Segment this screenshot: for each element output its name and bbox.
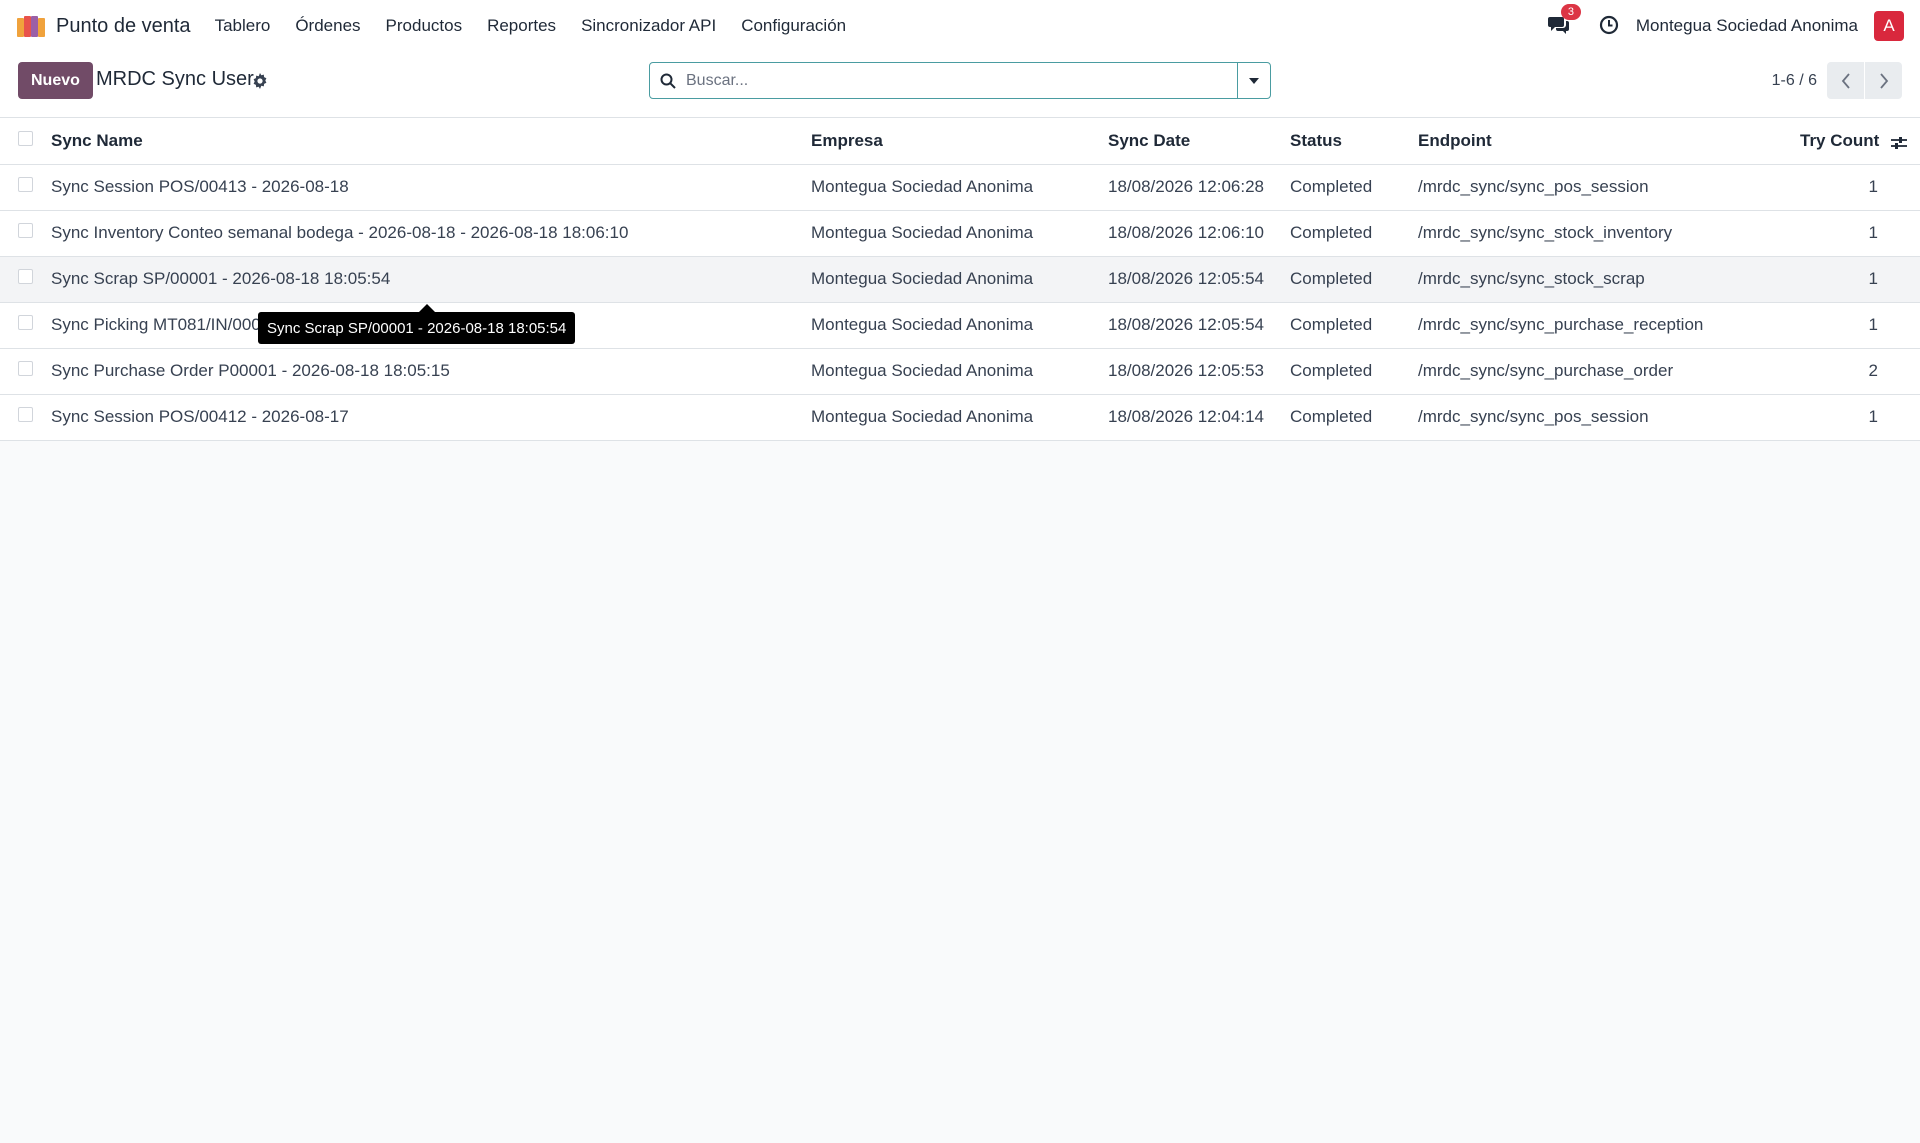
pager-previous-button[interactable]	[1827, 62, 1864, 99]
pager-value[interactable]: 1-6 / 6	[1772, 72, 1817, 90]
column-header-sync-name[interactable]: Sync Name	[51, 118, 811, 165]
pager: 1-6 / 6	[1772, 62, 1902, 99]
cell-sync-date[interactable]: 18/08/2026 12:06:28	[1108, 164, 1290, 210]
chevron-left-icon	[1841, 72, 1850, 89]
column-header-empresa[interactable]: Empresa	[811, 118, 1108, 165]
row-select-cell	[0, 302, 51, 348]
cell-sync-date[interactable]: 18/08/2026 12:05:54	[1108, 302, 1290, 348]
cell-empresa[interactable]: Montegua Sociedad Anonima	[811, 256, 1108, 302]
table-row[interactable]: Sync Inventory Conteo semanal bodega - 2…	[0, 210, 1920, 256]
menu-productos[interactable]: Productos	[386, 16, 463, 36]
cell-status[interactable]: Completed	[1290, 348, 1418, 394]
cell-try-count[interactable]: 1	[1800, 164, 1920, 210]
cell-empresa[interactable]: Montegua Sociedad Anonima	[811, 302, 1108, 348]
optional-columns-toggle-icon[interactable]	[1890, 135, 1908, 151]
messaging-menu[interactable]: 3	[1547, 4, 1581, 38]
row-checkbox[interactable]	[18, 269, 33, 284]
cell-sync-name[interactable]: Sync Session POS/00412 - 2026-08-17	[51, 394, 811, 440]
cell-endpoint[interactable]: /mrdc_sync/sync_pos_session	[1418, 394, 1800, 440]
cell-sync-date[interactable]: 18/08/2026 12:04:14	[1108, 394, 1290, 440]
cell-status[interactable]: Completed	[1290, 394, 1418, 440]
cell-try-count[interactable]: 1	[1800, 302, 1920, 348]
cell-endpoint[interactable]: /mrdc_sync/sync_pos_session	[1418, 164, 1800, 210]
menu-sincronizador-api[interactable]: Sincronizador API	[581, 16, 716, 36]
clock-icon	[1599, 15, 1618, 35]
table-header-row: Sync Name Empresa Sync Date Status Endpo…	[0, 118, 1920, 165]
cell-endpoint[interactable]: /mrdc_sync/sync_stock_scrap	[1418, 256, 1800, 302]
systray: 3 Montegua Sociedad Anonima A	[1547, 0, 1904, 52]
cell-empresa[interactable]: Montegua Sociedad Anonima	[811, 210, 1108, 256]
cell-status[interactable]: Completed	[1290, 256, 1418, 302]
messages-count-badge: 3	[1560, 4, 1581, 20]
cell-sync-name[interactable]: Sync Scrap SP/00001 - 2026-08-18 18:05:5…	[51, 256, 811, 302]
cell-sync-name[interactable]: Sync Session POS/00413 - 2026-08-18	[51, 164, 811, 210]
cell-sync-name[interactable]: Sync Purchase Order P00001 - 2026-08-18 …	[51, 348, 811, 394]
user-avatar[interactable]: A	[1874, 11, 1904, 41]
menu-reportes[interactable]: Reportes	[487, 16, 556, 36]
pos-app-icon[interactable]	[16, 15, 46, 37]
search-input[interactable]	[686, 64, 1237, 97]
cell-status[interactable]: Completed	[1290, 210, 1418, 256]
top-navbar: Punto de venta Tablero Órdenes Productos…	[0, 0, 1920, 52]
row-checkbox[interactable]	[18, 177, 33, 192]
search-bar	[649, 62, 1271, 99]
cell-endpoint[interactable]: /mrdc_sync/sync_stock_inventory	[1418, 210, 1800, 256]
page-title: MRDC Sync User	[96, 68, 254, 90]
caret-down-icon	[1249, 77, 1259, 84]
row-select-cell	[0, 210, 51, 256]
activity-menu[interactable]	[1599, 15, 1621, 37]
row-checkbox[interactable]	[18, 407, 33, 422]
menu-configuracion[interactable]: Configuración	[741, 16, 846, 36]
new-button[interactable]: Nuevo	[18, 62, 93, 99]
chevron-right-icon	[1879, 72, 1888, 89]
cell-empresa[interactable]: Montegua Sociedad Anonima	[811, 394, 1108, 440]
cell-empresa[interactable]: Montegua Sociedad Anonima	[811, 164, 1108, 210]
table-row[interactable]: Sync Scrap SP/00001 - 2026-08-18 18:05:5…	[0, 256, 1920, 302]
cell-status[interactable]: Completed	[1290, 164, 1418, 210]
cell-try-count[interactable]: 1	[1800, 210, 1920, 256]
table-row[interactable]: Sync Session POS/00412 - 2026-08-17 Mont…	[0, 394, 1920, 440]
app-name[interactable]: Punto de venta	[56, 15, 191, 38]
row-checkbox[interactable]	[18, 315, 33, 330]
row-select-cell	[0, 256, 51, 302]
table-row[interactable]: Sync Session POS/00413 - 2026-08-18 Mont…	[0, 164, 1920, 210]
row-select-cell	[0, 348, 51, 394]
gear-icon[interactable]	[252, 73, 268, 89]
cell-sync-date[interactable]: 18/08/2026 12:05:53	[1108, 348, 1290, 394]
sync-list-table: Sync Name Empresa Sync Date Status Endpo…	[0, 118, 1920, 441]
cell-try-count[interactable]: 1	[1800, 256, 1920, 302]
cell-sync-name[interactable]: Sync Inventory Conteo semanal bodega - 2…	[51, 210, 811, 256]
pager-next-button[interactable]	[1865, 62, 1902, 99]
cell-try-count[interactable]: 2	[1800, 348, 1920, 394]
table-row[interactable]: Sync Purchase Order P00001 - 2026-08-18 …	[0, 348, 1920, 394]
cell-sync-date[interactable]: 18/08/2026 12:06:10	[1108, 210, 1290, 256]
row-select-cell	[0, 394, 51, 440]
control-panel: Nuevo MRDC Sync User 1-6 / 6	[0, 52, 1920, 118]
cell-try-count[interactable]: 1	[1800, 394, 1920, 440]
tooltip: Sync Scrap SP/00001 - 2026-08-18 18:05:5…	[258, 312, 576, 344]
menu-tablero[interactable]: Tablero	[215, 16, 271, 36]
cell-endpoint[interactable]: /mrdc_sync/sync_purchase_reception	[1418, 302, 1800, 348]
company-switcher[interactable]: Montegua Sociedad Anonima	[1636, 16, 1858, 36]
row-select-cell	[0, 164, 51, 210]
cell-status[interactable]: Completed	[1290, 302, 1418, 348]
tooltip-arrow	[419, 304, 435, 312]
column-header-status[interactable]: Status	[1290, 118, 1418, 165]
select-all-checkbox[interactable]	[18, 130, 33, 146]
cell-endpoint[interactable]: /mrdc_sync/sync_purchase_order	[1418, 348, 1800, 394]
row-checkbox[interactable]	[18, 361, 33, 376]
cell-sync-date[interactable]: 18/08/2026 12:05:54	[1108, 256, 1290, 302]
column-header-sync-date[interactable]: Sync Date	[1108, 118, 1290, 165]
cell-empresa[interactable]: Montegua Sociedad Anonima	[811, 348, 1108, 394]
menu-ordenes[interactable]: Órdenes	[295, 16, 360, 36]
search-icon	[650, 63, 686, 98]
select-all-cell	[0, 118, 51, 165]
column-header-endpoint[interactable]: Endpoint	[1418, 118, 1800, 165]
search-options-toggle[interactable]	[1237, 63, 1270, 98]
row-checkbox[interactable]	[18, 223, 33, 238]
